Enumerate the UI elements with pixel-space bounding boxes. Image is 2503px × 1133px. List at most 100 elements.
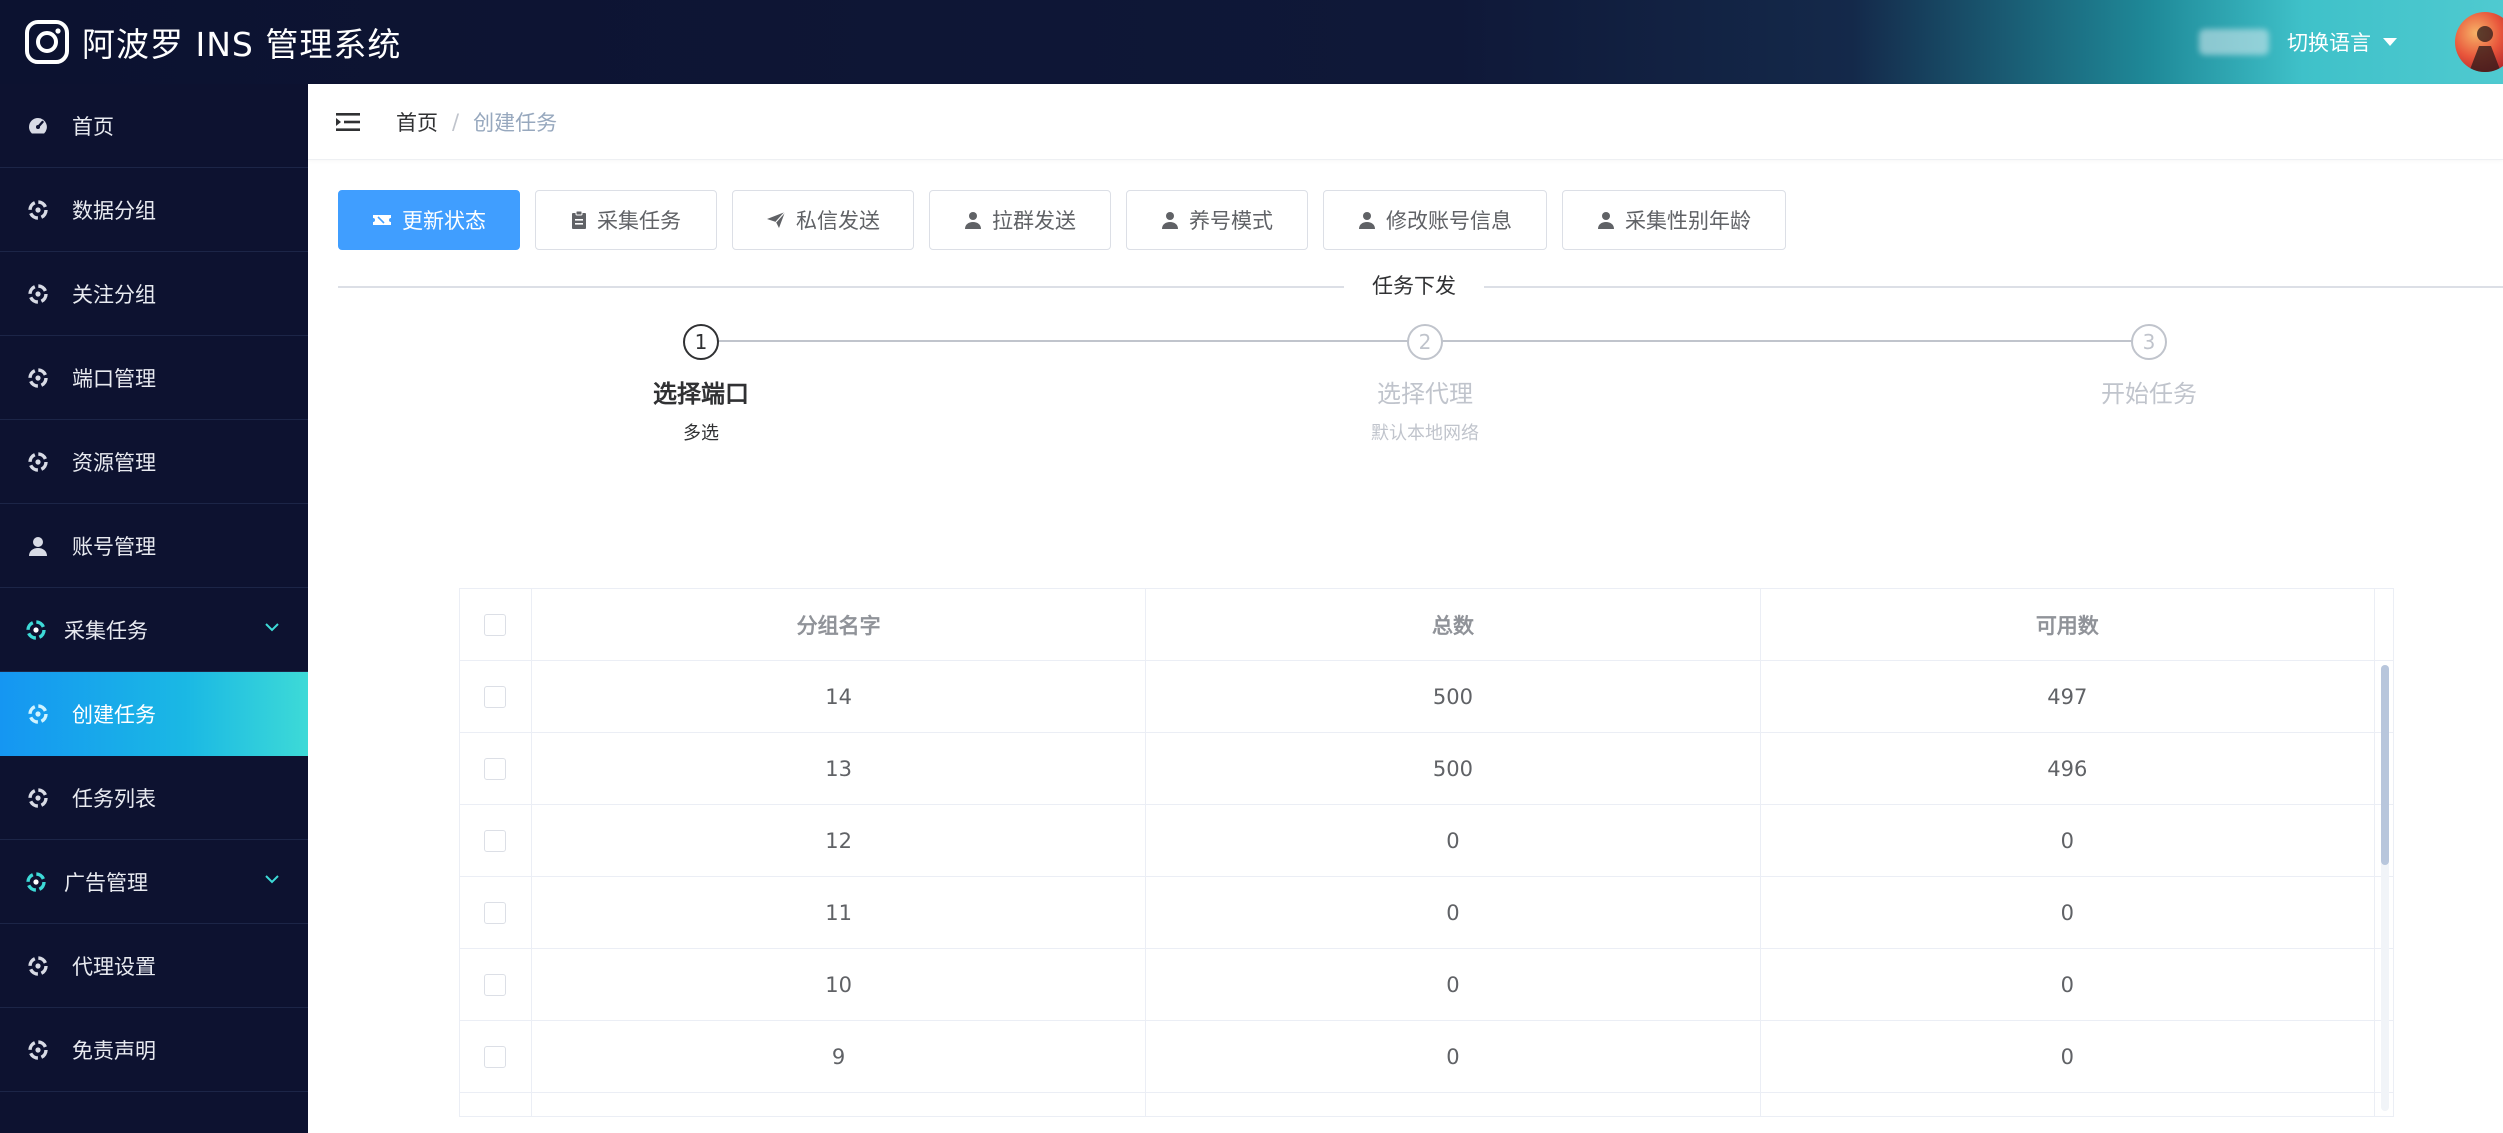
step-description: 多选: [683, 423, 719, 444]
row-checkbox[interactable]: [484, 685, 507, 708]
table-row[interactable]: 12 0 0: [460, 805, 2393, 877]
gear-icon: [24, 703, 52, 725]
dashboard-icon: [24, 115, 52, 137]
breadcrumb: 首页 / 创建任务: [396, 107, 557, 137]
table-row[interactable]: 9 0 0: [460, 1021, 2393, 1093]
collect-gender-age-button[interactable]: 采集性别年龄: [1562, 190, 1786, 250]
sidebar-item-label: 代理设置: [72, 954, 156, 979]
breadcrumb-home[interactable]: 首页: [396, 107, 438, 137]
menu-collapse-icon[interactable]: [334, 110, 362, 134]
sidebar-item-account-management[interactable]: 账号管理: [0, 504, 308, 588]
sidebar-item-disclaimer[interactable]: 免责声明: [0, 1008, 308, 1092]
cell-available: 0: [1761, 805, 2375, 876]
section-title: 任务下发: [1344, 270, 1484, 300]
sidebar-item-label: 任务列表: [72, 786, 156, 811]
step-number: 2: [1407, 324, 1443, 360]
sidebar-item-home[interactable]: 首页: [0, 84, 308, 168]
cell-available: 0: [1761, 949, 2375, 1020]
user-icon: [964, 211, 982, 229]
sidebar-item-label: 广告管理: [64, 870, 148, 895]
step-start-task: 3 开始任务: [1999, 324, 2299, 419]
app-title: 阿波罗 INS 管理系统: [82, 25, 402, 64]
account-nurture-button[interactable]: 养号模式: [1126, 190, 1308, 250]
private-message-button[interactable]: 私信发送: [732, 190, 914, 250]
edit-account-info-button[interactable]: 修改账号信息: [1323, 190, 1547, 250]
ticket-icon: [372, 212, 392, 228]
button-label: 修改账号信息: [1386, 209, 1512, 233]
select-all-checkbox[interactable]: [484, 613, 507, 636]
task-type-toolbar: 更新状态 采集任务 私信发送 拉群发送 养号模式 修改账号信息 采集性别年龄: [338, 190, 1801, 250]
cell-available: 0: [1761, 877, 2375, 948]
topbar: 首页 / 创建任务: [308, 84, 2503, 160]
step-number: 1: [683, 324, 719, 360]
row-checkbox-cell: [460, 949, 532, 1020]
sidebar-item-data-group[interactable]: 数据分组: [0, 168, 308, 252]
cell-group-name: 12: [532, 805, 1147, 876]
sidebar-item-label: 账号管理: [72, 534, 156, 559]
avatar-image: [2469, 26, 2501, 72]
user-name: [2199, 29, 2269, 55]
cell-total: 0: [1146, 805, 1761, 876]
group-send-button[interactable]: 拉群发送: [929, 190, 1111, 250]
language-switch-dropdown[interactable]: 切换语言: [2287, 27, 2397, 57]
gear-icon: [24, 199, 52, 221]
send-icon: [766, 211, 786, 229]
gear-icon: [22, 871, 50, 893]
sidebar-item-task-list[interactable]: 任务列表: [0, 756, 308, 840]
sidebar-group-collect-task[interactable]: 采集任务: [0, 588, 308, 672]
cell-total: 0: [1146, 949, 1761, 1020]
update-status-button[interactable]: 更新状态: [338, 190, 520, 250]
button-label: 拉群发送: [992, 209, 1076, 233]
collect-task-button[interactable]: 采集任务: [535, 190, 717, 250]
avatar[interactable]: [2455, 12, 2503, 72]
sidebar-item-label: 关注分组: [72, 282, 156, 307]
gear-icon: [24, 1039, 52, 1061]
table-row[interactable]: 10 0 0: [460, 949, 2393, 1021]
cell-group-name: 14: [532, 661, 1147, 732]
button-label: 养号模式: [1189, 209, 1273, 233]
sidebar-item-create-task[interactable]: 创建任务: [0, 672, 308, 756]
breadcrumb-current: 创建任务: [473, 110, 558, 135]
step-select-proxy: 2 选择代理 默认本地网络: [1275, 324, 1575, 445]
gear-icon: [24, 367, 52, 389]
cell-group-name: 9: [532, 1021, 1147, 1092]
cell-available: 0: [1761, 1021, 2375, 1092]
button-label: 更新状态: [402, 209, 486, 233]
row-checkbox[interactable]: [484, 973, 507, 996]
user-icon: [24, 535, 52, 557]
sidebar-item-label: 免责声明: [72, 1038, 156, 1063]
header-gutter: [2375, 589, 2393, 660]
table-scrollbar[interactable]: [2381, 665, 2389, 1111]
sidebar-item-proxy-settings[interactable]: 代理设置: [0, 924, 308, 1008]
step-description: 默认本地网络: [1371, 423, 1479, 444]
sidebar-item-follow-group[interactable]: 关注分组: [0, 252, 308, 336]
sidebar-group-ad-management[interactable]: 广告管理: [0, 840, 308, 924]
sidebar-item-port-management[interactable]: 端口管理: [0, 336, 308, 420]
gear-icon: [24, 955, 52, 977]
row-checkbox-cell: [460, 661, 532, 732]
row-checkbox[interactable]: [484, 901, 507, 924]
row-checkbox[interactable]: [484, 757, 507, 780]
cell-group-name: 11: [532, 877, 1147, 948]
cell-total: 0: [1146, 1021, 1761, 1092]
row-checkbox[interactable]: [484, 829, 507, 852]
row-checkbox-cell: [460, 805, 532, 876]
scrollbar-thumb[interactable]: [2381, 665, 2389, 865]
user-icon: [1358, 211, 1376, 229]
sidebar-item-label: 数据分组: [72, 198, 156, 223]
row-checkbox-cell: [460, 1021, 532, 1092]
cell-total: 0: [1146, 877, 1761, 948]
step-title: 选择代理: [1377, 380, 1473, 408]
table-row[interactable]: 13 500 496: [460, 733, 2393, 805]
sidebar-item-label: 创建任务: [72, 703, 156, 727]
button-label: 采集性别年龄: [1625, 209, 1751, 233]
user-icon: [1161, 211, 1179, 229]
table-row[interactable]: 14 500 497: [460, 661, 2393, 733]
chevron-down-icon: [265, 875, 279, 884]
table-row[interactable]: 11 0 0: [460, 877, 2393, 949]
row-checkbox[interactable]: [484, 1045, 507, 1068]
user-icon: [1597, 211, 1615, 229]
step-number: 3: [2131, 324, 2167, 360]
sidebar-item-resource-management[interactable]: 资源管理: [0, 420, 308, 504]
main-content: 首页 / 创建任务 更新状态 采集任务 私信发送 拉群发送 养号模式 修改账号信…: [308, 84, 2503, 1133]
